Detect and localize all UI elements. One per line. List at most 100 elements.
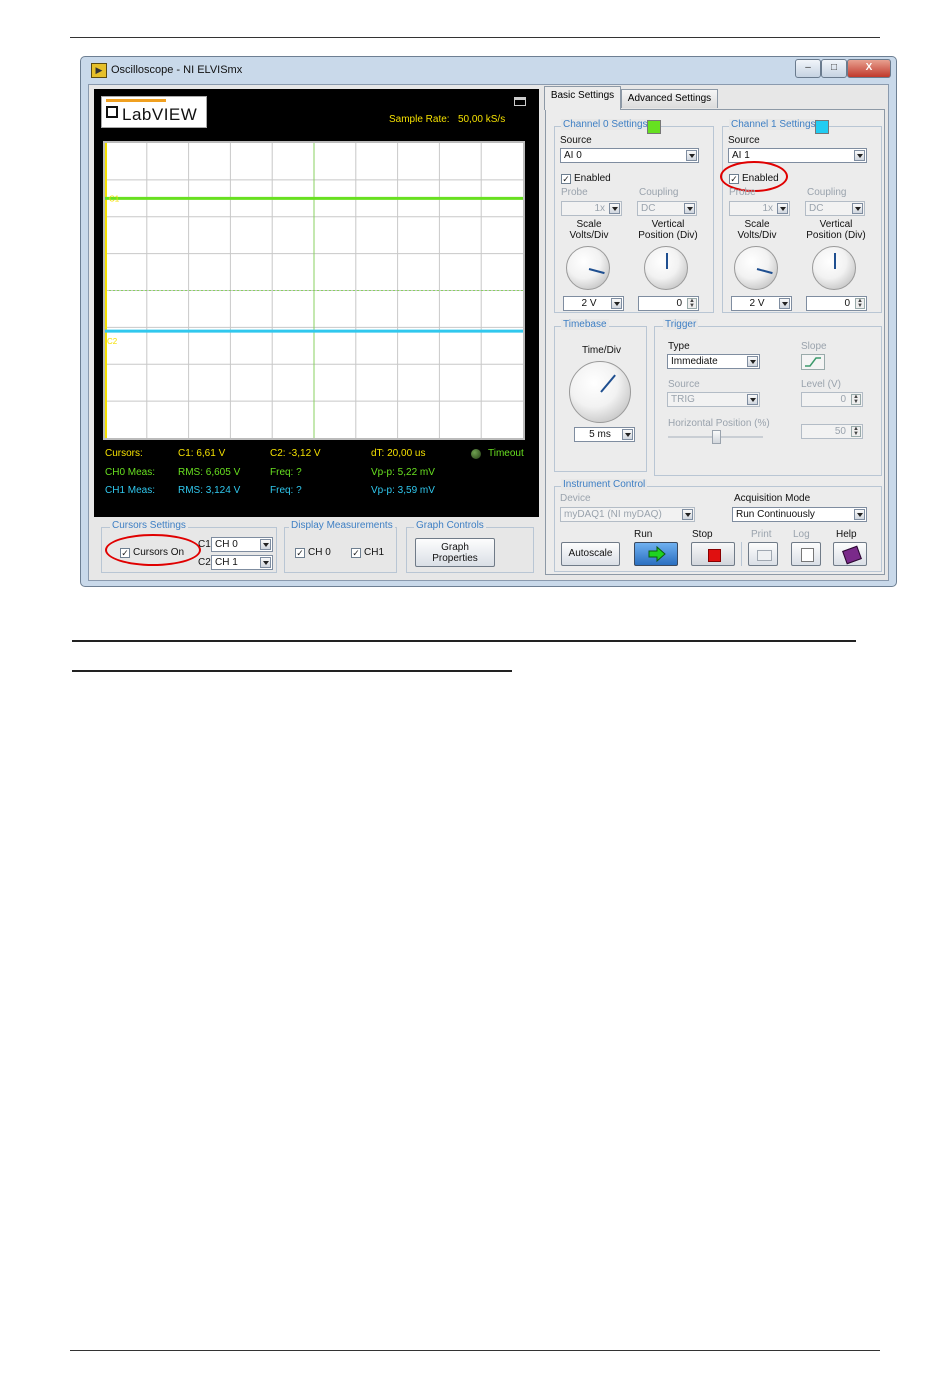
channel1-probe-select[interactable]: 1x bbox=[729, 201, 790, 216]
channel1-coupling-value: DC bbox=[809, 203, 824, 214]
cursor-dt-value: dT: 20,00 us bbox=[371, 448, 426, 459]
spinner-icon[interactable]: ▲ ▼ bbox=[687, 298, 697, 309]
channel0-coupling-select[interactable]: DC bbox=[637, 201, 697, 216]
ch0-display-checkbox[interactable]: ✓ bbox=[295, 548, 305, 558]
title-bar[interactable]: ▶ Oscilloscope - NI ELVISmx – □ X bbox=[81, 57, 896, 83]
timebase-knob[interactable] bbox=[569, 361, 631, 423]
printer-icon bbox=[757, 550, 772, 561]
stop-button[interactable] bbox=[691, 542, 735, 566]
channel1-scale-label-line2: Volts/Div bbox=[737, 230, 777, 241]
knob-indicator bbox=[834, 253, 836, 269]
graph-maximize-icon[interactable] bbox=[514, 97, 526, 106]
trigger-hpos-input[interactable]: 50 ▲ ▼ bbox=[801, 424, 863, 439]
channel0-source-select[interactable]: AI 0 bbox=[560, 148, 699, 163]
help-button[interactable] bbox=[833, 542, 867, 566]
ch0-meas-label: CH0 Meas: bbox=[105, 467, 156, 478]
channel1-vpos-input[interactable]: 0 ▲ ▼ bbox=[806, 296, 867, 311]
ch1-display-checkbox[interactable]: ✓ bbox=[351, 548, 361, 558]
c2-channel-select[interactable]: CH 1 bbox=[211, 555, 273, 570]
ch0-vpp: Vp-p: 5,22 mV bbox=[371, 467, 435, 478]
cursor-c1-marker: C1 bbox=[109, 194, 120, 203]
tab-advanced-settings[interactable]: Advanced Settings bbox=[621, 89, 718, 108]
minimize-button[interactable]: – bbox=[795, 59, 821, 78]
log-button[interactable] bbox=[791, 542, 821, 566]
trigger-hpos-slider[interactable] bbox=[668, 430, 763, 444]
c1-channel-value: CH 0 bbox=[215, 539, 238, 550]
graph-properties-button[interactable]: Graph Properties bbox=[415, 538, 495, 567]
channel1-settings-group: Channel 1 Settings Source AI 1 ✓ Enabled… bbox=[720, 119, 882, 313]
print-button[interactable] bbox=[748, 542, 778, 566]
channel0-probe-label: Probe bbox=[561, 187, 588, 198]
channel1-scale-knob[interactable] bbox=[734, 246, 778, 290]
timebase-label: Time/Div bbox=[581, 345, 622, 356]
run-button[interactable] bbox=[634, 542, 678, 566]
spinner-icon[interactable]: ▲ ▼ bbox=[851, 426, 861, 437]
basic-settings-panel: Channel 0 Settings Source AI 0 ✓ Enabled… bbox=[545, 109, 885, 575]
chevron-down-icon bbox=[609, 203, 620, 214]
channel0-scale-knob[interactable] bbox=[566, 246, 610, 290]
graph-controls-title: Graph Controls bbox=[414, 520, 486, 531]
print-label: Print bbox=[751, 529, 772, 540]
close-button[interactable]: X bbox=[847, 59, 891, 78]
run-arrow-icon bbox=[648, 545, 666, 563]
device-select[interactable]: myDAQ1 (NI myDAQ) bbox=[560, 507, 695, 522]
channel1-color-swatch bbox=[815, 120, 829, 134]
knob-indicator bbox=[756, 268, 773, 275]
ch1-rms: RMS: 3,124 V bbox=[178, 485, 241, 496]
channel0-vpos-knob[interactable] bbox=[644, 246, 688, 290]
channel0-probe-select[interactable]: 1x bbox=[561, 201, 622, 216]
help-label: Help bbox=[836, 529, 857, 540]
c2-channel-value: CH 1 bbox=[215, 557, 238, 568]
trigger-hpos-value: 50 bbox=[834, 426, 846, 437]
sample-rate-label: Sample Rate: bbox=[389, 114, 450, 125]
scope-display: LabVIEW Sample Rate: 50,00 kS/s C1 C2 Cur… bbox=[94, 89, 539, 517]
chevron-down-icon bbox=[747, 394, 758, 405]
trigger-title: Trigger bbox=[663, 319, 699, 330]
c2-label: C2 bbox=[198, 557, 211, 568]
channel1-scale-select[interactable]: 2 V bbox=[731, 296, 792, 311]
c1-channel-select[interactable]: CH 0 bbox=[211, 537, 273, 552]
channel0-vpos-input[interactable]: 0 ▲ ▼ bbox=[638, 296, 699, 311]
acquisition-mode-select[interactable]: Run Continuously bbox=[732, 507, 867, 522]
channel1-coupling-select[interactable]: DC bbox=[805, 201, 865, 216]
logo-text: LabVIEW bbox=[122, 105, 198, 124]
channel1-vpos-knob[interactable] bbox=[812, 246, 856, 290]
timebase-select[interactable]: 5 ms bbox=[574, 427, 635, 442]
chevron-down-icon bbox=[684, 203, 695, 214]
spinner-icon[interactable]: ▲ ▼ bbox=[855, 298, 865, 309]
timebase-group: Timebase Time/Div 5 ms bbox=[554, 319, 647, 472]
cursor-settings-group: Cursors Settings ✓ Cursors On C1 CH 0 C2… bbox=[101, 520, 277, 573]
chevron-down-icon bbox=[747, 356, 758, 367]
app-icon: ▶ bbox=[91, 63, 107, 78]
trigger-level-value: 0 bbox=[840, 394, 846, 405]
graph-properties-line2: Properties bbox=[432, 553, 478, 564]
graph-properties-line1: Graph bbox=[441, 542, 469, 553]
client-area: LabVIEW Sample Rate: 50,00 kS/s C1 C2 Cur… bbox=[88, 84, 889, 581]
knob-indicator bbox=[588, 268, 605, 275]
trigger-source-label: Source bbox=[668, 379, 700, 390]
scope-graph[interactable]: C1 C2 bbox=[103, 141, 525, 440]
maximize-button[interactable]: □ bbox=[821, 59, 847, 78]
tab-basic-settings[interactable]: Basic Settings bbox=[544, 86, 621, 110]
channel0-enabled-checkbox[interactable]: ✓ bbox=[561, 174, 571, 184]
trigger-level-label: Level (V) bbox=[801, 379, 842, 390]
rising-slope-icon[interactable] bbox=[801, 354, 825, 370]
channel1-scale-value: 2 V bbox=[749, 298, 765, 309]
log-document-icon bbox=[801, 548, 814, 562]
chevron-down-icon bbox=[611, 298, 622, 309]
channel0-scale-select[interactable]: 2 V bbox=[563, 296, 624, 311]
timeout-label: Timeout bbox=[488, 448, 524, 459]
spinner-icon[interactable]: ▲ ▼ bbox=[851, 394, 861, 405]
timeout-led-icon bbox=[471, 449, 481, 459]
slider-thumb[interactable] bbox=[711, 430, 721, 444]
sample-rate-value: 50,00 kS/s bbox=[457, 114, 506, 125]
trigger-type-select[interactable]: Immediate bbox=[667, 354, 760, 369]
channel0-vpos-label-line2: Position (Div) bbox=[638, 230, 698, 241]
trigger-level-input[interactable]: 0 ▲ ▼ bbox=[801, 392, 863, 407]
autoscale-button[interactable]: Autoscale bbox=[561, 542, 620, 566]
scope-graph-svg: C1 C2 bbox=[105, 143, 523, 438]
chevron-down-icon bbox=[854, 150, 865, 161]
channel0-title: Channel 0 Settings bbox=[561, 119, 650, 130]
graph-controls-group: Graph Controls Graph Properties bbox=[406, 520, 534, 573]
trigger-source-select[interactable]: TRIG bbox=[667, 392, 760, 407]
